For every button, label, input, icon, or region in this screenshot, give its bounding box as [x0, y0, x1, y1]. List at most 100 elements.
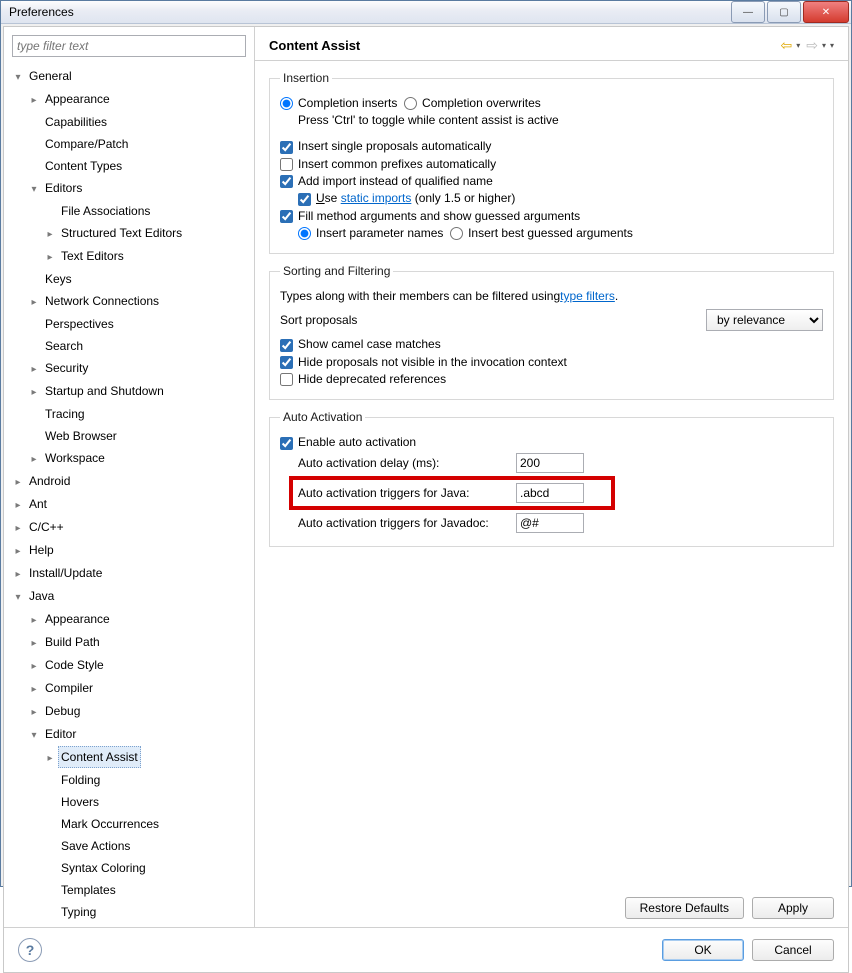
completion-overwrites-radio[interactable]: Completion overwrites: [404, 96, 541, 110]
tree-item-templates[interactable]: Templates: [58, 879, 119, 901]
expand-icon[interactable]: [28, 293, 40, 313]
help-icon[interactable]: ?: [18, 938, 42, 962]
expand-icon[interactable]: [28, 680, 40, 700]
tree-item-java[interactable]: Java: [26, 585, 57, 607]
auto-delay-label: Auto activation delay (ms):: [298, 456, 508, 470]
java-triggers-input[interactable]: [516, 483, 584, 503]
tree-item-install-update[interactable]: Install/Update: [26, 562, 105, 584]
tree-item-java-appearance[interactable]: Appearance: [42, 608, 113, 630]
dialog-buttons: ? OK Cancel: [4, 927, 848, 972]
type-filters-link[interactable]: type filters: [560, 289, 615, 303]
tree-item-security[interactable]: Security: [42, 357, 91, 379]
main-split: General Appearance Capabilities Compare/…: [4, 27, 848, 927]
completion-inserts-radio[interactable]: Completion inserts: [280, 96, 397, 110]
expand-icon[interactable]: [28, 634, 40, 654]
tree-item-workspace[interactable]: Workspace: [42, 447, 108, 469]
tree-item-save-actions[interactable]: Save Actions: [58, 835, 133, 857]
restore-defaults-button[interactable]: Restore Defaults: [625, 897, 744, 919]
insert-common-checkbox[interactable]: Insert common prefixes automatically: [280, 157, 496, 171]
tree-item-ccpp[interactable]: C/C++: [26, 516, 67, 538]
show-camel-checkbox[interactable]: Show camel case matches: [280, 337, 441, 351]
expand-icon[interactable]: [12, 473, 24, 493]
tree-item-build-path[interactable]: Build Path: [42, 631, 103, 653]
static-imports-link[interactable]: static imports: [341, 191, 412, 205]
insert-best-radio[interactable]: Insert best guessed arguments: [450, 226, 633, 240]
maximize-button[interactable]: ▢: [767, 1, 801, 23]
insert-param-radio[interactable]: Insert parameter names: [298, 226, 443, 240]
enable-auto-activation-checkbox[interactable]: Enable auto activation: [280, 435, 416, 449]
expand-icon[interactable]: [44, 248, 56, 268]
tree-item-capabilities[interactable]: Capabilities: [42, 111, 110, 133]
expand-icon[interactable]: [12, 496, 24, 516]
tree-item-keys[interactable]: Keys: [42, 268, 75, 290]
back-icon[interactable]: ⇦: [780, 37, 792, 54]
expand-icon[interactable]: [12, 68, 24, 88]
ok-button[interactable]: OK: [662, 939, 744, 961]
expand-icon[interactable]: [12, 588, 24, 608]
hide-not-visible-checkbox[interactable]: Hide proposals not visible in the invoca…: [280, 355, 567, 369]
use-static-imports-checkbox[interactable]: Use static imports (only 1.5 or higher): [298, 191, 515, 205]
expand-icon[interactable]: [28, 611, 40, 631]
tree-item-hovers[interactable]: Hovers: [58, 791, 102, 813]
forward-menu-icon[interactable]: ▾: [822, 41, 826, 50]
tree-item-syntax-coloring[interactable]: Syntax Coloring: [58, 857, 149, 879]
tree-item-folding[interactable]: Folding: [58, 769, 103, 791]
expand-icon[interactable]: [28, 657, 40, 677]
hide-deprecated-checkbox[interactable]: Hide deprecated references: [280, 372, 446, 386]
tree-item-search[interactable]: Search: [42, 335, 86, 357]
expand-icon[interactable]: [28, 703, 40, 723]
expand-icon[interactable]: [12, 542, 24, 562]
tree-item-editors[interactable]: Editors: [42, 177, 85, 199]
tree-item-content-types[interactable]: Content Types: [42, 155, 125, 177]
tree-item-perspectives[interactable]: Perspectives: [42, 313, 117, 335]
page-buttons: Restore Defaults Apply: [255, 889, 848, 927]
expand-icon[interactable]: [12, 519, 24, 539]
expand-icon[interactable]: [44, 749, 56, 769]
close-button[interactable]: ✕: [803, 1, 849, 23]
tree-item-tracing[interactable]: Tracing: [42, 403, 88, 425]
tree-item-mark-occurrences[interactable]: Mark Occurrences: [58, 813, 162, 835]
tree-item-content-assist[interactable]: Content Assist: [58, 746, 141, 768]
add-import-checkbox[interactable]: Add import instead of qualified name: [280, 174, 493, 188]
tree-item-web-browser[interactable]: Web Browser: [42, 425, 120, 447]
view-menu-icon[interactable]: ▾: [830, 41, 834, 50]
forward-icon[interactable]: ⇨: [806, 37, 818, 54]
titlebar: Preferences — ▢ ✕: [1, 1, 851, 24]
expand-icon[interactable]: [28, 450, 40, 470]
tree-item-network-connections[interactable]: Network Connections: [42, 290, 162, 312]
expand-icon[interactable]: [28, 360, 40, 380]
auto-delay-input[interactable]: [516, 453, 584, 473]
insert-single-checkbox[interactable]: Insert single proposals automatically: [280, 139, 491, 153]
tree-item-file-associations[interactable]: File Associations: [58, 200, 153, 222]
fill-method-checkbox[interactable]: Fill method arguments and show guessed a…: [280, 209, 580, 223]
tree-item-startup-shutdown[interactable]: Startup and Shutdown: [42, 380, 167, 402]
cancel-button[interactable]: Cancel: [752, 939, 834, 961]
apply-button[interactable]: Apply: [752, 897, 834, 919]
expand-icon[interactable]: [28, 180, 40, 200]
tree-item-compiler[interactable]: Compiler: [42, 677, 96, 699]
expand-icon[interactable]: [28, 383, 40, 403]
tree-item-typing[interactable]: Typing: [58, 901, 99, 923]
sort-proposals-select[interactable]: by relevance: [706, 309, 823, 331]
tree-item-general[interactable]: General: [26, 65, 75, 87]
expand-icon[interactable]: [28, 91, 40, 111]
minimize-button[interactable]: —: [731, 1, 765, 23]
expand-icon[interactable]: [12, 565, 24, 585]
tree-item-ant[interactable]: Ant: [26, 493, 50, 515]
javadoc-triggers-input[interactable]: [516, 513, 584, 533]
tree-item-help[interactable]: Help: [26, 539, 57, 561]
client-area: General Appearance Capabilities Compare/…: [3, 26, 849, 973]
tree-item-text-editors[interactable]: Text Editors: [58, 245, 127, 267]
filter-input[interactable]: [12, 35, 246, 57]
tree-item-appearance[interactable]: Appearance: [42, 88, 113, 110]
tree-item-structured-text-editors[interactable]: Structured Text Editors: [58, 222, 185, 244]
preferences-tree[interactable]: General Appearance Capabilities Compare/…: [4, 65, 254, 927]
tree-item-editor[interactable]: Editor: [42, 723, 79, 745]
tree-item-debug[interactable]: Debug: [42, 700, 83, 722]
tree-item-compare-patch[interactable]: Compare/Patch: [42, 133, 131, 155]
expand-icon[interactable]: [28, 726, 40, 746]
expand-icon[interactable]: [44, 225, 56, 245]
tree-item-code-style[interactable]: Code Style: [42, 654, 107, 676]
back-menu-icon[interactable]: ▾: [796, 41, 800, 50]
tree-item-android[interactable]: Android: [26, 470, 73, 492]
